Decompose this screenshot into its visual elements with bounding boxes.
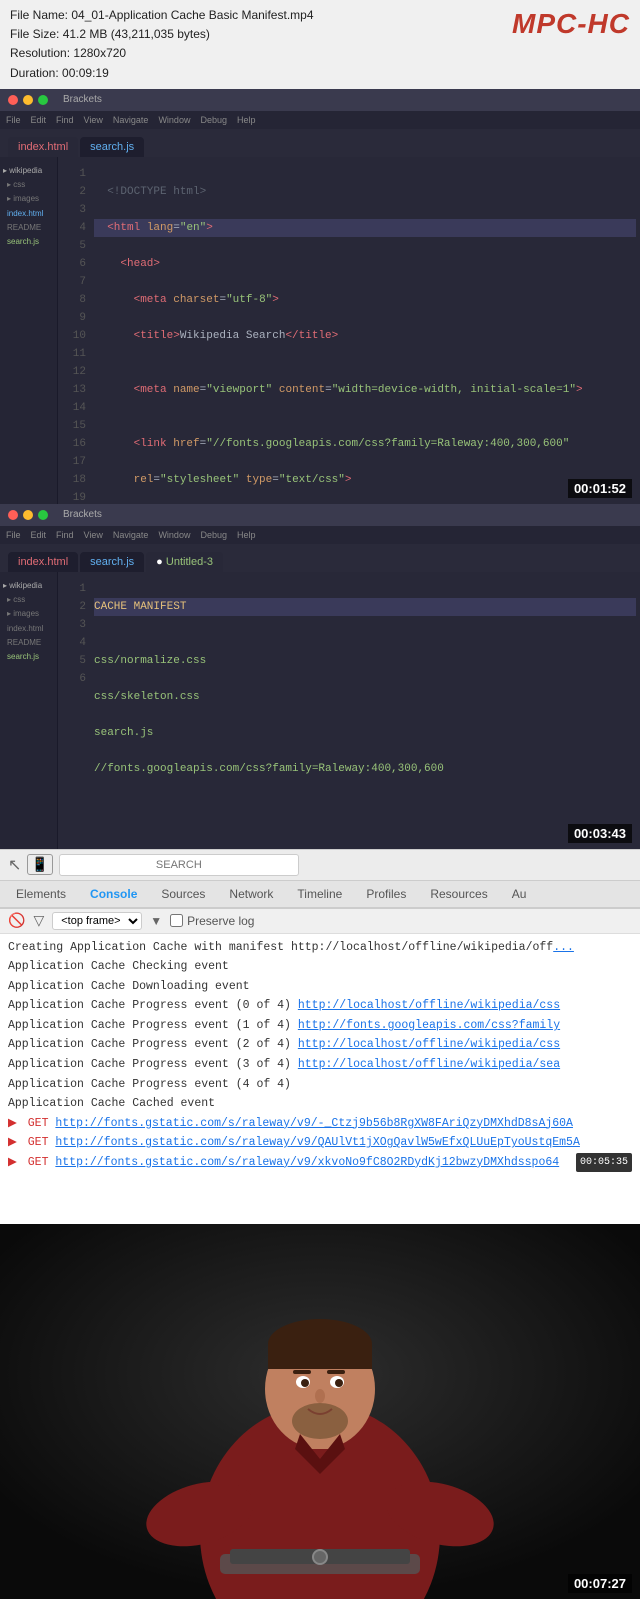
tab-elements[interactable]: Elements — [4, 881, 78, 907]
console-line-12: ▶ GET http://fonts.gstatic.com/s/raleway… — [8, 1153, 632, 1173]
editor-chrome-1: Brackets File Edit Find View Navigate Wi… — [0, 89, 640, 504]
editor-tabs-2: index.html search.js ● Untitled-3 — [0, 544, 640, 572]
tab-profiles[interactable]: Profiles — [354, 881, 418, 907]
editor-tabs-1: index.html search.js — [0, 129, 640, 157]
titlebar-1: Brackets — [0, 89, 640, 111]
console-line-6: Application Cache Progress event (2 of 4… — [8, 1035, 632, 1055]
preserve-log-label: Preserve log — [187, 914, 254, 928]
filter-icon[interactable]: ▽ — [33, 912, 44, 929]
window-title-1: Brackets — [63, 94, 102, 105]
tab-search-js-2[interactable]: search.js — [80, 552, 144, 572]
duration-info: Duration: 00:09:19 — [10, 64, 630, 83]
console-line-5: Application Cache Progress event (1 of 4… — [8, 1016, 632, 1036]
presenter-svg — [0, 1224, 640, 1599]
devtools-panel: ↖ 📱 Elements Console Sources Network Tim… — [0, 849, 640, 1224]
tab-sources[interactable]: Sources — [149, 881, 217, 907]
devtools-pointer-icon[interactable]: ↖ — [8, 855, 21, 875]
tab-resources[interactable]: Resources — [418, 881, 499, 907]
devtools-topbar: ↖ 📱 — [0, 850, 640, 881]
editor-body-1: ▸ wikipedia ▸ css ▸ images index.html RE… — [0, 157, 640, 504]
clear-console-icon[interactable]: 🚫 — [8, 912, 25, 929]
tab-index-html-2[interactable]: index.html — [8, 552, 78, 572]
presenter-panel: 00:07:27 — [0, 1224, 640, 1599]
maximize-dot[interactable] — [38, 95, 48, 105]
resolution-info: Resolution: 1280x720 — [10, 44, 630, 63]
duration-label: Duration: — [10, 66, 59, 80]
filesize-label: File Size: — [10, 27, 59, 41]
code-content-1: <!DOCTYPE html> <html lang="en"> <head> … — [90, 157, 640, 504]
sidebar-panel-2: ▸ wikipedia ▸ css ▸ images index.html RE… — [0, 572, 58, 849]
console-line-3: Application Cache Downloading event — [8, 977, 632, 997]
devtools-toolbar: 🚫 ▽ <top frame> ▼ Preserve log — [0, 909, 640, 934]
console-line-10: ▶ GET http://fonts.gstatic.com/s/raleway… — [8, 1114, 632, 1134]
titlebar-2: Brackets — [0, 504, 640, 526]
line-numbers-1: 12345 678910 1112131415 1617181920 21 — [58, 157, 86, 504]
preserve-log-checkbox[interactable] — [170, 914, 183, 927]
tab-console[interactable]: Console — [78, 881, 149, 909]
resolution-label: Resolution: — [10, 46, 70, 60]
code-content-2: CACHE MANIFEST css/normalize.css css/ske… — [90, 572, 640, 849]
editor-body-2: ▸ wikipedia ▸ css ▸ images index.html RE… — [0, 572, 640, 849]
console-line-1: Creating Application Cache with manifest… — [8, 938, 632, 958]
minimize-dot[interactable] — [23, 95, 33, 105]
code-area-1: 12345 678910 1112131415 1617181920 21 <!… — [58, 157, 640, 504]
window-title-2: Brackets — [63, 509, 102, 520]
tab-untitled-3[interactable]: ● Untitled-3 — [146, 552, 223, 572]
close-dot[interactable] — [8, 95, 18, 105]
line-numbers-2: 123456 — [58, 572, 86, 696]
tab-au[interactable]: Au — [500, 881, 539, 907]
filename-label: File Name: — [10, 8, 68, 22]
console-output: Creating Application Cache with manifest… — [0, 934, 640, 1224]
info-bar: MPC-HC File Name: 04_01-Application Cach… — [0, 0, 640, 89]
tab-search-js[interactable]: search.js — [80, 137, 144, 157]
console-line-4: Application Cache Progress event (0 of 4… — [8, 996, 632, 1016]
filesize: 41.2 MB (43,211,035 bytes) — [63, 27, 210, 41]
resolution: 1280x720 — [73, 46, 126, 60]
maximize-dot-2[interactable] — [38, 510, 48, 520]
sidebar-panel-1: ▸ wikipedia ▸ css ▸ images index.html RE… — [0, 157, 58, 504]
console-line-11: ▶ GET http://fonts.gstatic.com/s/raleway… — [8, 1133, 632, 1153]
tab-index-html[interactable]: index.html — [8, 137, 78, 157]
editor-chrome-2: Brackets File Edit Find View Navigate Wi… — [0, 504, 640, 849]
sidebar-header: ▸ wikipedia ▸ css ▸ images index.html RE… — [0, 162, 57, 254]
devtools-mobile-icon[interactable]: 📱 — [27, 854, 52, 875]
video-panel-2: Brackets File Edit Find View Navigate Wi… — [0, 504, 640, 849]
frame-selector[interactable]: <top frame> — [52, 912, 142, 930]
close-dot-2[interactable] — [8, 510, 18, 520]
duration: 00:09:19 — [62, 66, 109, 80]
video-panel-1: Brackets File Edit Find View Navigate Wi… — [0, 89, 640, 504]
console-line-2: Application Cache Checking event — [8, 957, 632, 977]
filename: 04_01-Application Cache Basic Manifest.m… — [71, 8, 313, 22]
app-title: MPC-HC — [512, 2, 630, 47]
menu-bar-1: File Edit Find View Navigate Window Debu… — [0, 111, 640, 129]
timestamp-2: 00:03:43 — [568, 824, 632, 843]
preserve-log-option: Preserve log — [170, 914, 254, 928]
tab-network[interactable]: Network — [217, 881, 285, 907]
minimize-dot-2[interactable] — [23, 510, 33, 520]
timestamp-presenter: 00:07:27 — [568, 1574, 632, 1593]
console-line-9: Application Cache Cached event — [8, 1094, 632, 1114]
devtools-search-input[interactable] — [59, 854, 299, 876]
code-area-2: 123456 CACHE MANIFEST css/normalize.css … — [58, 572, 640, 849]
console-line-8: Application Cache Progress event (4 of 4… — [8, 1075, 632, 1095]
devtools-tabs: Elements Console Sources Network Timelin… — [0, 881, 640, 909]
menu-bar-2: File Edit Find View Navigate Window Debu… — [0, 526, 640, 544]
console-line-7: Application Cache Progress event (3 of 4… — [8, 1055, 632, 1075]
tab-timeline[interactable]: Timeline — [285, 881, 354, 907]
timestamp-1: 00:01:52 — [568, 479, 632, 498]
